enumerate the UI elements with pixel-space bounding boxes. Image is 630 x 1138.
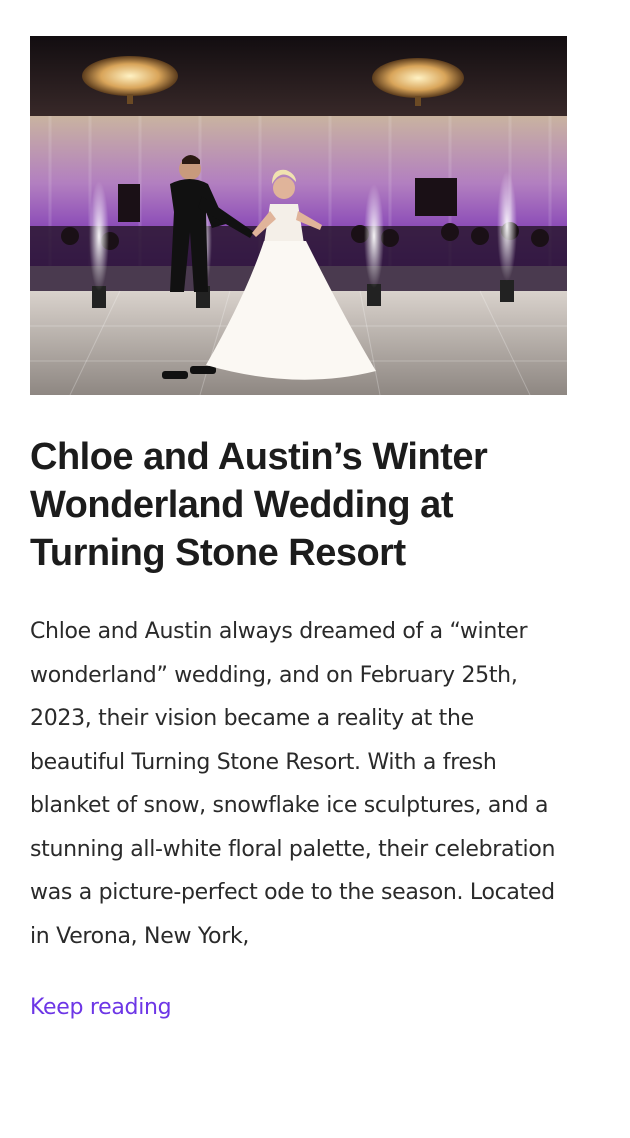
post-excerpt: Chloe and Austin always dreamed of a “wi… (30, 619, 556, 949)
keep-reading-link[interactable]: Keep reading (30, 993, 172, 1023)
wedding-dance-photo (30, 36, 567, 395)
post-featured-image[interactable] (30, 36, 567, 395)
blog-post-card: Chloe and Austin’s Winter Wonderland Wed… (30, 36, 567, 1023)
post-title[interactable]: Chloe and Austin’s Winter Wonderland Wed… (30, 433, 567, 577)
